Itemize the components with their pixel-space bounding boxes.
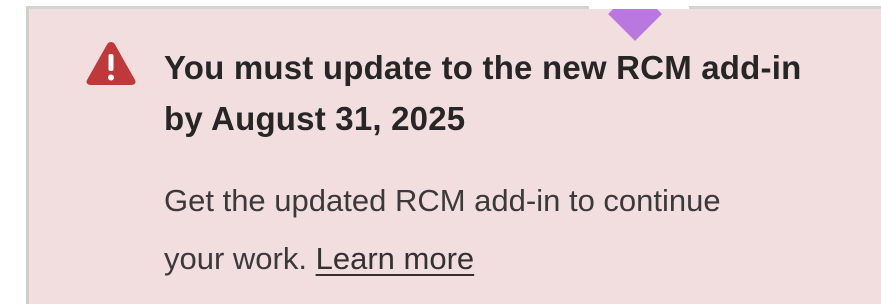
page: You must update to the new RCM add-in by… bbox=[0, 0, 881, 304]
banner-message: Get the updated RCM add-in to continue y… bbox=[164, 172, 784, 288]
banner-title: You must update to the new RCM add-in by… bbox=[164, 49, 802, 137]
learn-more-link[interactable]: Learn more bbox=[316, 241, 475, 276]
warning-triangle-icon bbox=[86, 42, 136, 85]
warning-banner: You must update to the new RCM add-in by… bbox=[26, 0, 881, 304]
